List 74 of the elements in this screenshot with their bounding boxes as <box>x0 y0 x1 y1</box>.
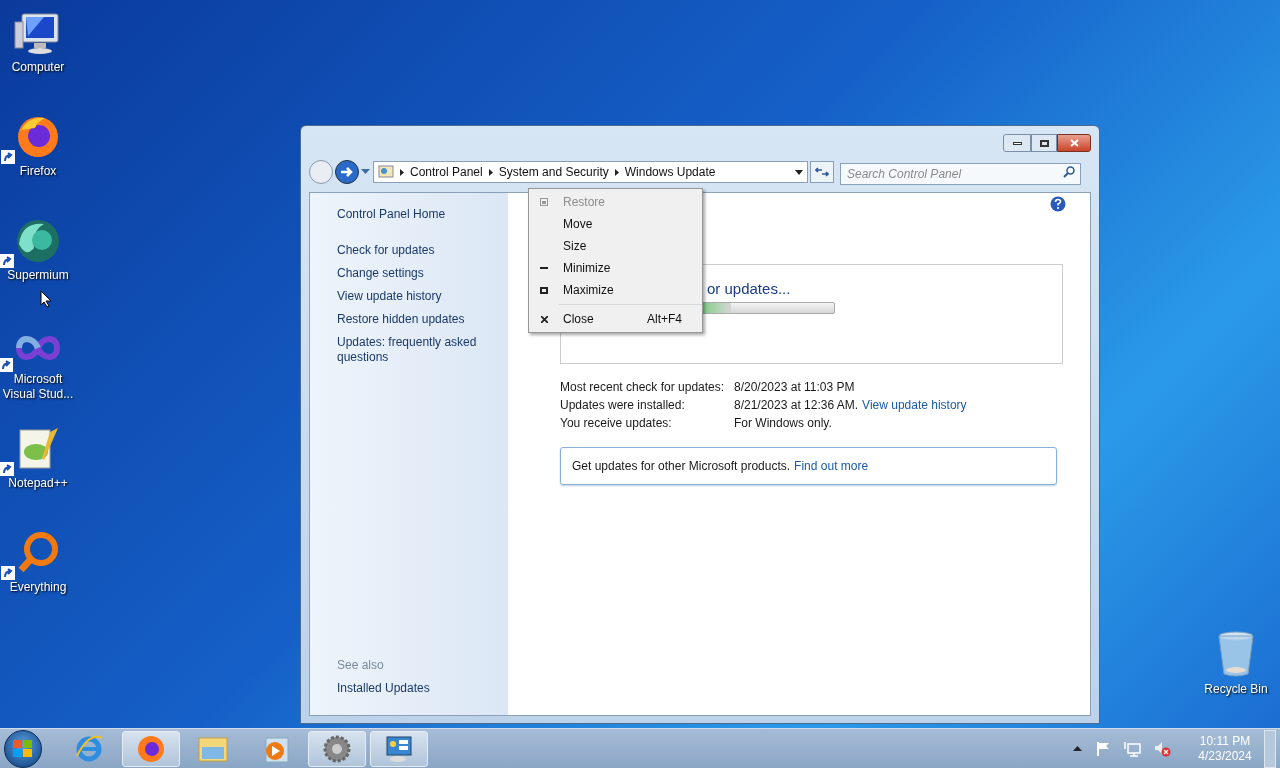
menu-item[interactable]: Maximize <box>529 279 702 301</box>
minimize-icon <box>1012 141 1022 145</box>
taskbar-button[interactable] <box>308 730 366 767</box>
chevron-right-icon[interactable] <box>400 168 404 176</box>
control-panel-icon <box>378 164 394 180</box>
start-button[interactable] <box>4 729 42 768</box>
search-icon <box>1063 166 1075 178</box>
close-icon <box>540 315 548 323</box>
menu-item[interactable]: Move <box>529 213 702 235</box>
sidebar-link[interactable]: Updates: frequently asked questions <box>337 335 508 365</box>
recycle-bin-icon <box>1216 630 1256 678</box>
address-bar[interactable]: Control Panel System and Security Windows Update <box>373 161 808 183</box>
desktop-icon-label[interactable]: Supermium <box>7 268 69 283</box>
sidebar-link[interactable]: Check for updates <box>337 243 508 258</box>
notice-text: Get updates for other Microsoft products. <box>572 458 791 475</box>
forward-button[interactable] <box>335 160 359 184</box>
maximize-button[interactable] <box>1031 134 1057 152</box>
status-heading: or updates... <box>707 279 792 299</box>
info-value: 8/20/2023 at 11:03 PM <box>734 380 855 395</box>
folder-icon <box>197 734 229 763</box>
maximize-icon <box>1039 139 1049 147</box>
taskbar-button[interactable] <box>122 730 180 767</box>
desktop-icon-label[interactable]: Microsoft Visual Stud... <box>2 372 74 402</box>
maximize-icon <box>540 286 548 294</box>
menu-item[interactable]: Close Alt+F4 <box>529 308 702 330</box>
sidebar-link[interactable]: View update history <box>337 289 508 304</box>
desktop-icon-label[interactable]: Recycle Bin <box>1204 682 1268 697</box>
firefox-icon <box>15 114 61 160</box>
minimize-button[interactable] <box>1003 134 1031 152</box>
info-label: You receive updates: <box>560 416 673 431</box>
view-history-link[interactable]: View update history <box>862 398 967 413</box>
taskbar-button[interactable] <box>370 730 428 767</box>
caret-icon[interactable] <box>361 169 370 175</box>
control-panel-icon <box>384 733 414 764</box>
sidebar-link[interactable]: Restore hidden updates <box>337 312 508 327</box>
refresh-arrows-icon <box>815 166 829 178</box>
firefox-icon <box>136 733 166 764</box>
show-hidden-icons-icon[interactable] <box>1073 746 1082 751</box>
chevron-right-icon[interactable] <box>488 168 493 176</box>
close-icon <box>1069 139 1079 147</box>
minimize-icon <box>540 267 548 269</box>
sidebar-link[interactable]: Change settings <box>337 266 508 281</box>
desktop-icon-label[interactable]: Notepad++ <box>8 476 68 491</box>
sidebar-link[interactable]: Control Panel Home <box>337 207 508 222</box>
info-label: Most recent check for updates: <box>560 380 726 395</box>
right-arrow-icon <box>340 166 354 178</box>
desktop-icon-label[interactable]: Computer <box>11 60 65 75</box>
help-icon[interactable] <box>1050 196 1066 212</box>
menu-item[interactable]: Size <box>529 235 702 257</box>
search-field[interactable]: Search Control Panel <box>840 163 1081 185</box>
chevron-right-icon[interactable] <box>614 168 619 176</box>
dropdown-caret-icon[interactable] <box>795 169 803 175</box>
info-value: 8/21/2023 at 12:36 AM. <box>734 398 859 413</box>
menu-item[interactable]: Minimize <box>529 257 702 279</box>
muted-speaker-icon[interactable] <box>1154 740 1172 757</box>
sidebar-link[interactable]: Installed Updates <box>337 681 508 696</box>
globe-swirl-icon <box>14 218 62 264</box>
computer-icon <box>14 12 62 56</box>
see-also-heading: See also <box>337 658 385 673</box>
desktop-icon-label[interactable]: Everything <box>9 580 67 595</box>
close-button[interactable] <box>1057 134 1091 152</box>
mouse-pointer-icon <box>40 290 52 308</box>
windows-logo-icon <box>13 739 33 758</box>
restore-icon <box>540 198 548 206</box>
refresh-button[interactable] <box>810 161 834 183</box>
breadcrumb-item[interactable]: Control Panel <box>410 163 483 181</box>
desktop-icon-label[interactable]: Firefox <box>19 164 57 179</box>
find-out-more-link[interactable]: Find out more <box>794 457 869 475</box>
info-value: For Windows only. <box>734 416 832 431</box>
browser-e-icon <box>74 733 104 764</box>
breadcrumb-item[interactable]: Windows Update <box>624 163 716 181</box>
breadcrumb-item[interactable]: System and Security <box>498 163 609 181</box>
gear-icon <box>322 733 352 764</box>
info-label: Updates were installed: <box>560 398 686 413</box>
